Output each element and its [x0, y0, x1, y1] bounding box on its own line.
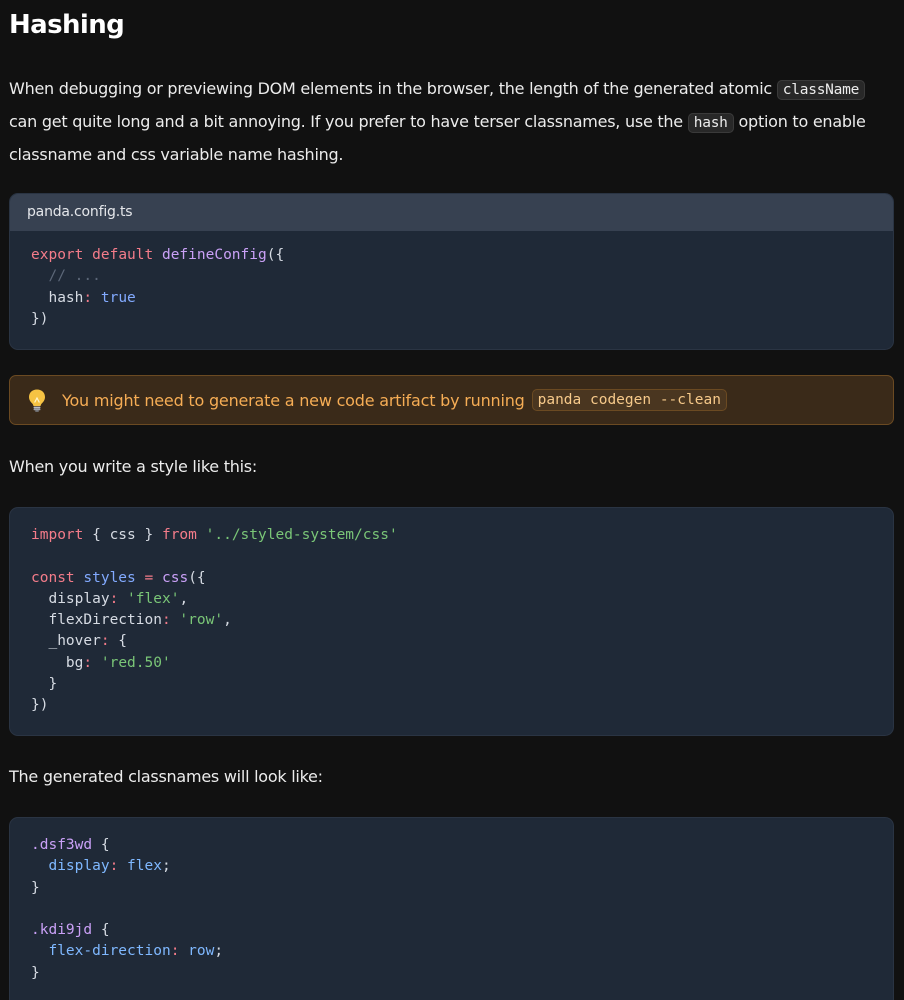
tip-callout: You might need to generate a new code ar…	[9, 375, 894, 425]
intro-text-4: classname and css variable name hashing.	[9, 145, 344, 164]
intro-text-1: When debugging or previewing DOM element…	[9, 79, 772, 98]
code-token: styles	[83, 569, 136, 586]
code-token: const	[31, 569, 75, 586]
code-token: 'row'	[179, 612, 224, 629]
code-token: :	[83, 289, 93, 306]
inline-code-hash: hash	[687, 113, 734, 133]
code-token: from	[161, 527, 197, 543]
intro-text-2: can get quite long and a bit annoying. I…	[9, 112, 683, 131]
code-token: _hover	[31, 633, 101, 650]
code-token: =	[144, 569, 154, 586]
code-token: .dsf3wd	[31, 837, 93, 853]
code-token: })	[31, 310, 49, 327]
code-token: flex-direction	[48, 943, 171, 960]
code-token: flex	[127, 858, 162, 875]
code-token: })	[31, 697, 49, 714]
code-token: hash	[31, 289, 84, 306]
style-intro-text: When you write a style like this:	[9, 457, 258, 476]
intro-paragraph: When debugging or previewing DOM element…	[9, 73, 894, 171]
code-filename: panda.config.ts	[10, 194, 893, 231]
css-code[interactable]: .dsf3wd { display: flex; } .kdi9jd { fle…	[10, 818, 893, 984]
code-token: .kdi9jd	[31, 922, 93, 939]
code-token: display	[48, 858, 110, 875]
code-token: {	[109, 633, 128, 650]
style-code[interactable]: import { css } from '../styled-system/cs…	[10, 508, 893, 717]
code-token: flexDirection	[31, 612, 162, 629]
code-token: import	[31, 527, 84, 543]
code-token: ({	[188, 569, 206, 586]
code-token: '../styled-system/css'	[205, 527, 398, 543]
style-code-block[interactable]: import { css } from '../styled-system/cs…	[9, 507, 894, 736]
code-token: 'red.50'	[100, 654, 171, 671]
page-title: Hashing	[9, 10, 125, 40]
code-token: 'flex'	[127, 590, 180, 607]
callout-code: panda codegen --clean	[531, 389, 727, 411]
code-token: { css }	[83, 527, 162, 543]
code-token: ({	[266, 247, 285, 263]
code-token: true	[100, 289, 136, 306]
config-code[interactable]: export default defineConfig({ // ... has…	[10, 231, 893, 330]
callout-text: You might need to generate a new code ar…	[62, 390, 525, 410]
code-token: bg	[31, 654, 84, 671]
docs-page: Hashing When debugging or previewing DOM…	[0, 0, 904, 1000]
lightbulb-icon	[29, 389, 45, 412]
code-token: display	[31, 590, 110, 607]
intro-text-3: option to enable	[738, 112, 866, 131]
code-comment: // ...	[31, 268, 101, 285]
generated-intro-text: The generated classnames will look like:	[9, 767, 323, 786]
code-token: export	[31, 247, 84, 263]
code-token: row	[188, 943, 215, 960]
code-token: }	[31, 676, 58, 693]
config-code-block[interactable]: panda.config.ts export default defineCon…	[9, 193, 894, 350]
inline-code-classname: className	[776, 80, 866, 100]
css-code-block[interactable]: .dsf3wd { display: flex; } .kdi9jd { fle…	[9, 817, 894, 1000]
code-token: css	[161, 569, 189, 586]
code-token: default	[92, 247, 154, 263]
code-token: defineConfig	[161, 247, 267, 263]
